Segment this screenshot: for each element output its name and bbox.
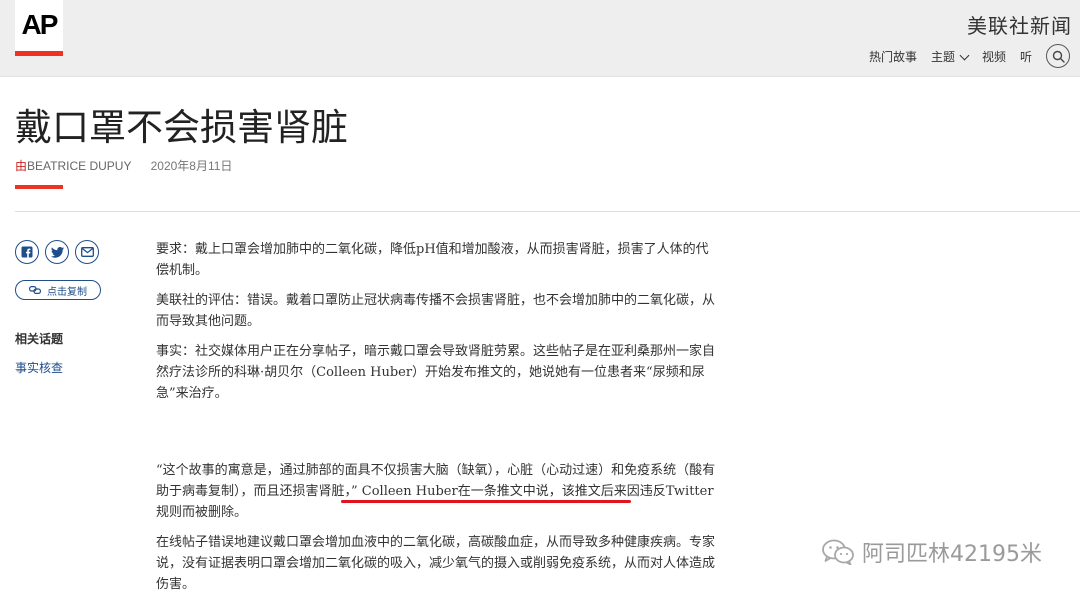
copy-link-label: 点击复制 [47, 286, 87, 298]
chevron-down-icon [959, 50, 970, 60]
publish-date: 2020年8月11日 [150, 159, 233, 173]
accent-rule [15, 185, 63, 189]
link-icon [29, 286, 41, 294]
search-icon [1052, 50, 1065, 63]
byline: 由BEATRICE DUPUY 2020年8月11日 [15, 157, 232, 174]
related-topic-fact-check[interactable]: 事实核查 [15, 359, 63, 376]
article-paragraph: 美联社的评估：错误。戴着口罩防止冠状病毒传播不会损害肾脏，也不会增加肺中的二氧化… [156, 290, 718, 332]
nav-topics[interactable]: 主题 [930, 48, 970, 65]
email-icon [80, 247, 94, 257]
twitter-share-button[interactable] [45, 240, 69, 264]
search-button[interactable] [1046, 44, 1070, 68]
article-paragraph: 在线帖子错误地建议戴口罩会增加血液中的二氧化碳，高碳酸血症，从而导致多种健康疾病… [156, 532, 718, 595]
facts-paragraph: 事实：社交媒体用户正在分享帖子，暗示戴口罩会导致肾脏劳累。这些帖子是在亚利桑那州… [156, 344, 716, 401]
ap-logo-bar [15, 51, 63, 56]
copy-link-button[interactable]: 点击复制 [15, 280, 101, 300]
share-buttons [15, 240, 99, 264]
twitter-icon [50, 246, 64, 258]
byline-prefix: 由 [15, 159, 28, 173]
nav-video[interactable]: 视频 [982, 48, 1006, 65]
main-nav: 热门故事 主题 视频 听 [869, 44, 1070, 68]
related-topics-heading: 相关话题 [15, 332, 64, 346]
watermark-text: 阿司匹林42195米 [862, 542, 1042, 567]
article-paragraph: “这个故事的寓意是，通过肺部的面具不仅损害大脑（缺氧），心脏（心动过速）和免疫系… [156, 460, 718, 523]
nav-topics-label: 主题 [930, 49, 955, 64]
site-header: AP 美联社新闻 热门故事 主题 视频 听 [0, 0, 1080, 77]
email-share-button[interactable] [75, 240, 99, 264]
wechat-icon [822, 539, 854, 565]
assessment-paragraph: 美联社的评估：错误。戴着口罩防止冠状病毒传播不会损害肾脏，也不会增加肺中的二氧化… [156, 293, 716, 329]
facebook-icon [21, 246, 33, 258]
article-paragraph: 要求：戴上口罩会增加肺中的二氧化碳，降低pH值和增加酸液，从而损害肾脏，损害了人… [156, 239, 718, 281]
claim-paragraph: 要求：戴上口罩会增加肺中的二氧化碳，降低pH值和增加酸液，从而损害肾脏，损害了人… [156, 242, 709, 278]
article-paragraph: 事实：社交媒体用户正在分享帖子，暗示戴口罩会导致肾脏劳累。这些帖子是在亚利桑那州… [156, 341, 718, 404]
quote-paragraph: “这个故事的寓意是，通过肺部的面具不仅损害大脑（缺氧），心脏（心动过速）和免疫系… [156, 463, 716, 520]
facebook-share-button[interactable] [15, 240, 39, 264]
site-title[interactable]: 美联社新闻 [967, 10, 1072, 39]
section-divider [15, 211, 1080, 212]
author-name[interactable]: BEATRICE DUPUY [27, 159, 131, 173]
nav-top-stories[interactable]: 热门故事 [869, 48, 917, 65]
article-headline: 戴口罩不会损害肾脏 [15, 106, 348, 149]
ap-logo-text: AP [21, 9, 59, 40]
nav-listen[interactable]: 听 [1020, 48, 1032, 65]
highlight-underline [341, 500, 631, 503]
wechat-watermark: 阿司匹林42195米 [822, 536, 1042, 568]
ap-logo[interactable]: AP [15, 0, 63, 56]
expert-paragraph: 在线帖子错误地建议戴口罩会增加血液中的二氧化碳，高碳酸血症，从而导致多种健康疾病… [156, 535, 716, 592]
